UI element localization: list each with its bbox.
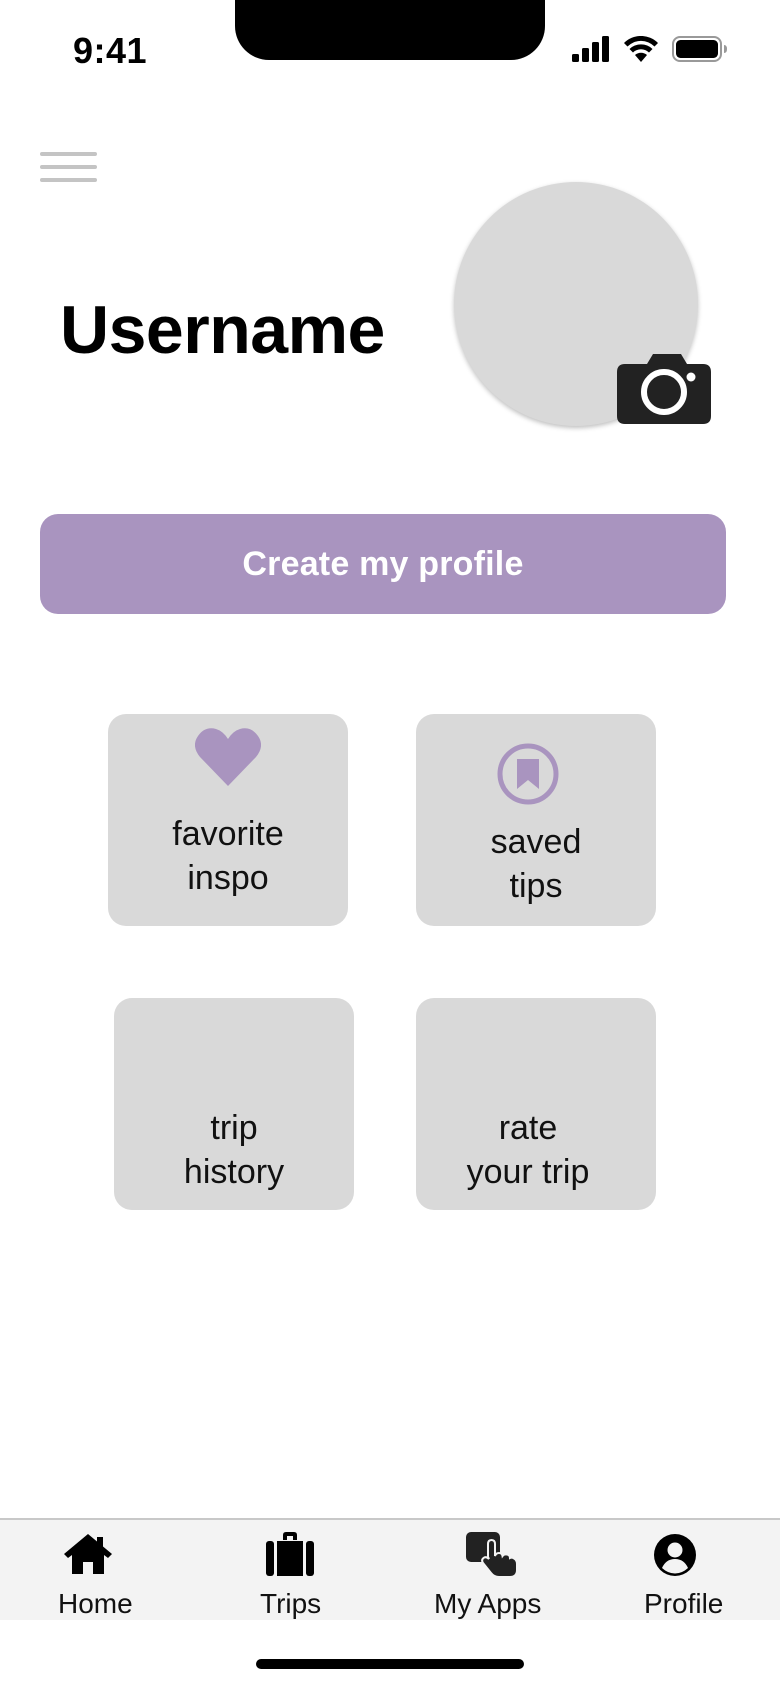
tab-bar: Home Trips My Apps Profile [0,1518,780,1620]
status-icons [572,36,728,62]
tab-profile[interactable]: Profile [636,1520,746,1620]
rate-your-trip-tile[interactable]: rate your trip [416,998,656,1210]
status-bar: 9:41 [0,0,780,100]
tile-label: favorite inspo [172,815,284,897]
tile-label: rate your trip [466,1109,590,1191]
saved-tips-tile[interactable]: saved tips [416,714,656,926]
device-notch [235,0,545,60]
tab-home[interactable]: Home [34,1520,154,1620]
home-indicator[interactable] [256,1659,524,1669]
camera-icon[interactable] [617,352,711,424]
briefcase-icon [266,1532,314,1576]
trip-history-tile[interactable]: trip history [114,998,354,1210]
favorite-inspo-tile[interactable]: favorite inspo [108,714,348,926]
bookmark-icon [497,743,559,805]
tab-trips[interactable]: Trips [240,1520,340,1620]
battery-icon [672,36,727,62]
create-profile-button[interactable]: Create my profile [40,514,726,614]
tab-my-apps[interactable]: My Apps [424,1520,554,1620]
tab-label: My Apps [434,1588,542,1619]
tab-label: Home [58,1588,133,1619]
home-icon [64,1534,112,1574]
user-circle-icon [654,1534,696,1576]
heart-icon [195,728,261,786]
tab-label: Trips [260,1588,322,1619]
menu-icon[interactable] [40,150,97,186]
tile-label: saved tips [490,823,582,905]
tab-label: Profile [644,1588,724,1619]
wifi-icon [624,36,658,62]
tile-label: trip history [183,1109,285,1191]
status-time: 9:41 [73,30,148,71]
cellular-signal-icon [572,36,609,62]
hand-pointer-icon [466,1532,518,1578]
page-title: Username [60,292,385,368]
